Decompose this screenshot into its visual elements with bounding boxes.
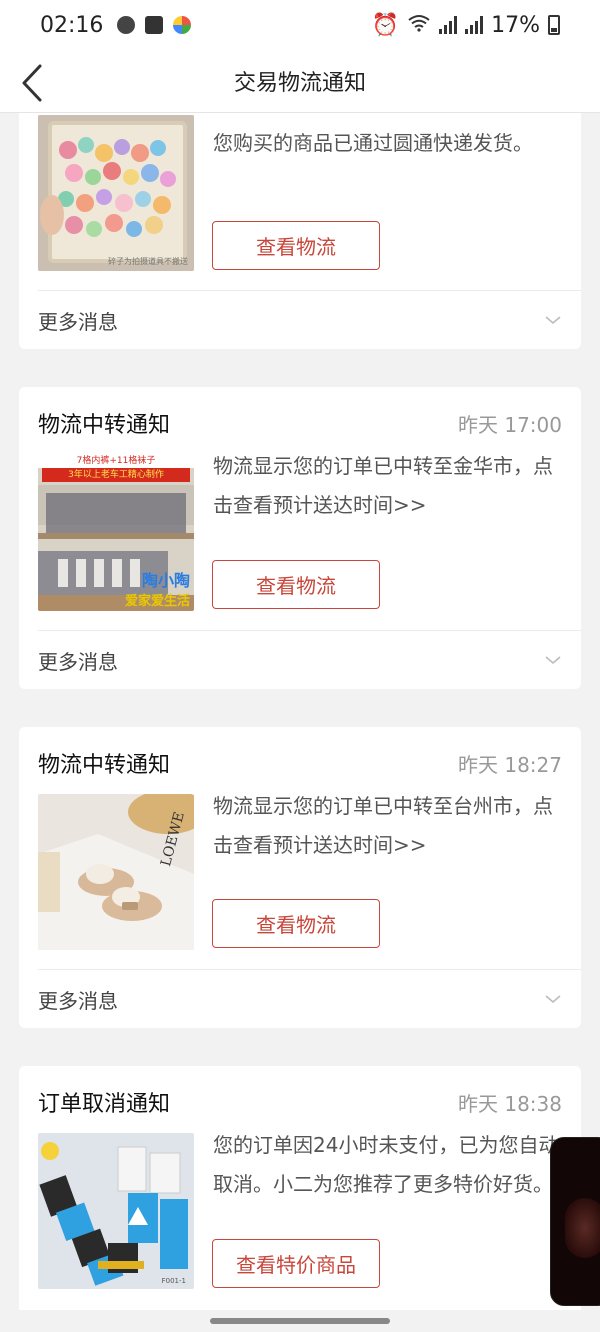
thumbnail-slogan: 爱家爱生活 (124, 594, 190, 609)
status-bar: 02:16 ⏰ 17% (0, 0, 600, 50)
more-messages-row[interactable]: 更多消息 (19, 631, 581, 689)
more-messages-row[interactable]: 更多消息 (19, 291, 581, 349)
page-title: 交易物流通知 (233, 71, 366, 96)
card-time: 昨天 18:38 (458, 1091, 562, 1116)
system-icons: ⏰ 17% (372, 13, 560, 38)
nav-bar: 交易物流通知 (0, 50, 600, 113)
wifi-icon (407, 13, 431, 38)
view-logistics-button[interactable]: 查看物流 (212, 560, 380, 609)
thumbnail-code: F001-1 (161, 1277, 186, 1285)
message-text: 物流显示您的订单已中转至金华市，点击查看预计送达时间>> (213, 454, 553, 517)
notification-card: 物流中转通知 昨天 18:27 LOEWE 物流显示您的订单已中转至台州市，点击… (19, 727, 581, 1028)
notification-card: 物流中转通知 昨天 17:00 7格内裤+11格袜子 3年以上老车工精心制作 陶… (19, 387, 581, 689)
thumbnail-caption: 碎子为拍摄道具不搬送 (108, 257, 188, 266)
gesture-bar (0, 1310, 600, 1332)
card-title: 物流中转通知 (38, 413, 171, 438)
card-time: 昨天 18:27 (458, 752, 562, 777)
chevron-down-icon (545, 656, 561, 665)
color-app-icon (173, 16, 192, 34)
more-messages-label: 更多消息 (38, 988, 118, 1013)
card-title: 物流中转通知 (38, 753, 171, 778)
notification-card: 碎子为拍摄道具不搬送 您购买的商品已通过圆通快递发货。 查看物流 更多消息 (19, 113, 581, 349)
card-header: 物流中转通知 昨天 18:27 (38, 745, 562, 781)
back-button[interactable] (14, 56, 62, 108)
chevron-down-icon (545, 316, 561, 325)
view-deals-button[interactable]: 查看特价商品 (212, 1239, 380, 1288)
alarm-icon: ⏰ (371, 12, 400, 38)
app-notification-icon (117, 16, 136, 34)
chevron-left-icon (22, 64, 42, 102)
message-text: 您购买的商品已通过圆通快递发货。 (213, 131, 533, 155)
signal-2-icon (465, 16, 484, 34)
thumbnail-banner: 7格内裤+11格袜子 (76, 456, 156, 466)
home-indicator[interactable] (210, 1318, 390, 1324)
chevron-down-icon (545, 995, 561, 1004)
floating-video-window[interactable] (550, 1137, 600, 1306)
product-thumbnail[interactable]: 碎子为拍摄道具不搬送 (38, 115, 194, 271)
card-header: 物流中转通知 昨天 17:00 (38, 405, 562, 441)
card-time: 昨天 17:00 (458, 412, 562, 437)
card-title: 订单取消通知 (38, 1092, 171, 1117)
gallery-icon (145, 16, 164, 34)
status-time: 02:16 (40, 12, 104, 38)
thumbnail-brand: 陶小陶 (141, 571, 190, 590)
product-thumbnail[interactable]: LOEWE (38, 794, 194, 950)
more-messages-row[interactable]: 更多消息 (19, 970, 581, 1028)
notification-card: 订单取消通知 昨天 18:38 F001-1 您的订单因24小时未支付，已为您自… (19, 1066, 581, 1310)
message-list[interactable]: 碎子为拍摄道具不搬送 您购买的商品已通过圆通快递发货。 查看物流 更多消息 物流… (0, 113, 600, 1310)
card-header: 订单取消通知 昨天 18:38 (38, 1084, 562, 1120)
view-logistics-button[interactable]: 查看物流 (212, 899, 380, 948)
more-messages-label: 更多消息 (38, 309, 118, 334)
more-messages-label: 更多消息 (38, 649, 118, 674)
battery-icon (548, 15, 560, 35)
message-text: 物流显示您的订单已中转至台州市，点击查看预计送达时间>> (213, 794, 553, 857)
thumbnail-banner-2: 3年以上老车工精心制作 (68, 470, 164, 480)
notification-icons (117, 16, 192, 34)
product-thumbnail[interactable]: 7格内裤+11格袜子 3年以上老车工精心制作 陶小陶 爱家爱生活 (38, 455, 194, 611)
message-text: 您的订单因24小时未支付，已为您自动取消。小二为您推荐了更多特价好货。 (213, 1133, 559, 1196)
view-logistics-button[interactable]: 查看物流 (212, 221, 380, 270)
product-thumbnail[interactable]: F001-1 (38, 1133, 194, 1289)
battery-level: 17% (491, 12, 540, 38)
signal-icon (439, 16, 458, 34)
